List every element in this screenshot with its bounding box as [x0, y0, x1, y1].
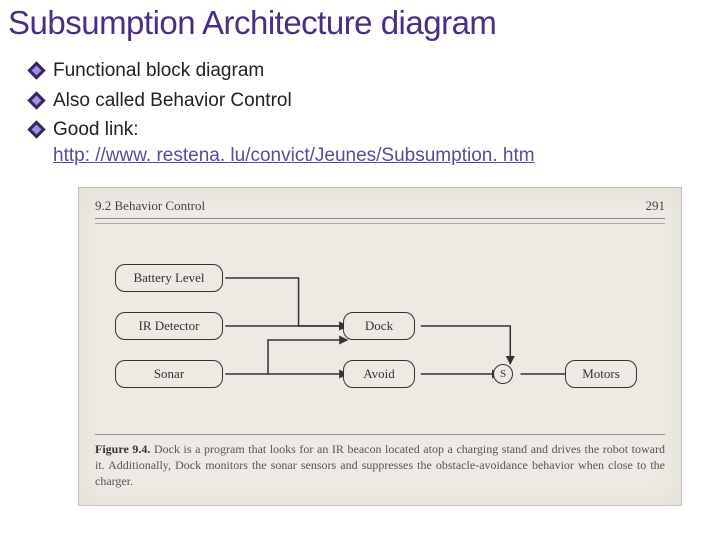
diamond-bullet-icon: [27, 121, 45, 139]
caption-label: Figure 9.4.: [95, 442, 150, 456]
reference-link[interactable]: http: //www. restena. lu/convict/Jeunes/…: [53, 143, 535, 169]
bullet-text: Functional block diagram: [53, 58, 712, 84]
figure-scan: 9.2 Behavior Control 291: [78, 187, 682, 507]
bullet-prefix: Good link:: [53, 119, 139, 140]
diamond-bullet-icon: [27, 61, 45, 79]
node-motors: Motors: [565, 360, 637, 388]
node-battery-level: Battery Level: [115, 264, 223, 292]
slide-title: Subsumption Architecture diagram: [8, 0, 712, 58]
list-item: Functional block diagram: [30, 58, 712, 84]
book-header: 9.2 Behavior Control 291: [95, 198, 665, 219]
block-diagram: Battery Level IR Detector Sonar Dock Avo…: [95, 236, 665, 426]
node-suppressor: S: [493, 364, 513, 384]
node-dock: Dock: [343, 312, 415, 340]
figure-caption: Figure 9.4. Dock is a program that looks…: [95, 434, 665, 490]
header-rule: [95, 223, 665, 224]
bullet-text: Also called Behavior Control: [53, 88, 712, 114]
node-avoid: Avoid: [343, 360, 415, 388]
slide: Subsumption Architecture diagram Functio…: [0, 0, 720, 540]
list-item: Also called Behavior Control: [30, 88, 712, 114]
list-item: Good link: http: //www. restena. lu/conv…: [30, 117, 712, 168]
bullet-list: Functional block diagram Also called Beh…: [8, 58, 712, 169]
bullet-text: Good link: http: //www. restena. lu/conv…: [53, 117, 712, 168]
section-label: 9.2 Behavior Control: [95, 198, 205, 214]
caption-text: Dock is a program that looks for an IR b…: [95, 442, 665, 488]
diamond-bullet-icon: [27, 91, 45, 109]
node-ir-detector: IR Detector: [115, 312, 223, 340]
page-number: 291: [646, 198, 666, 214]
node-sonar: Sonar: [115, 360, 223, 388]
